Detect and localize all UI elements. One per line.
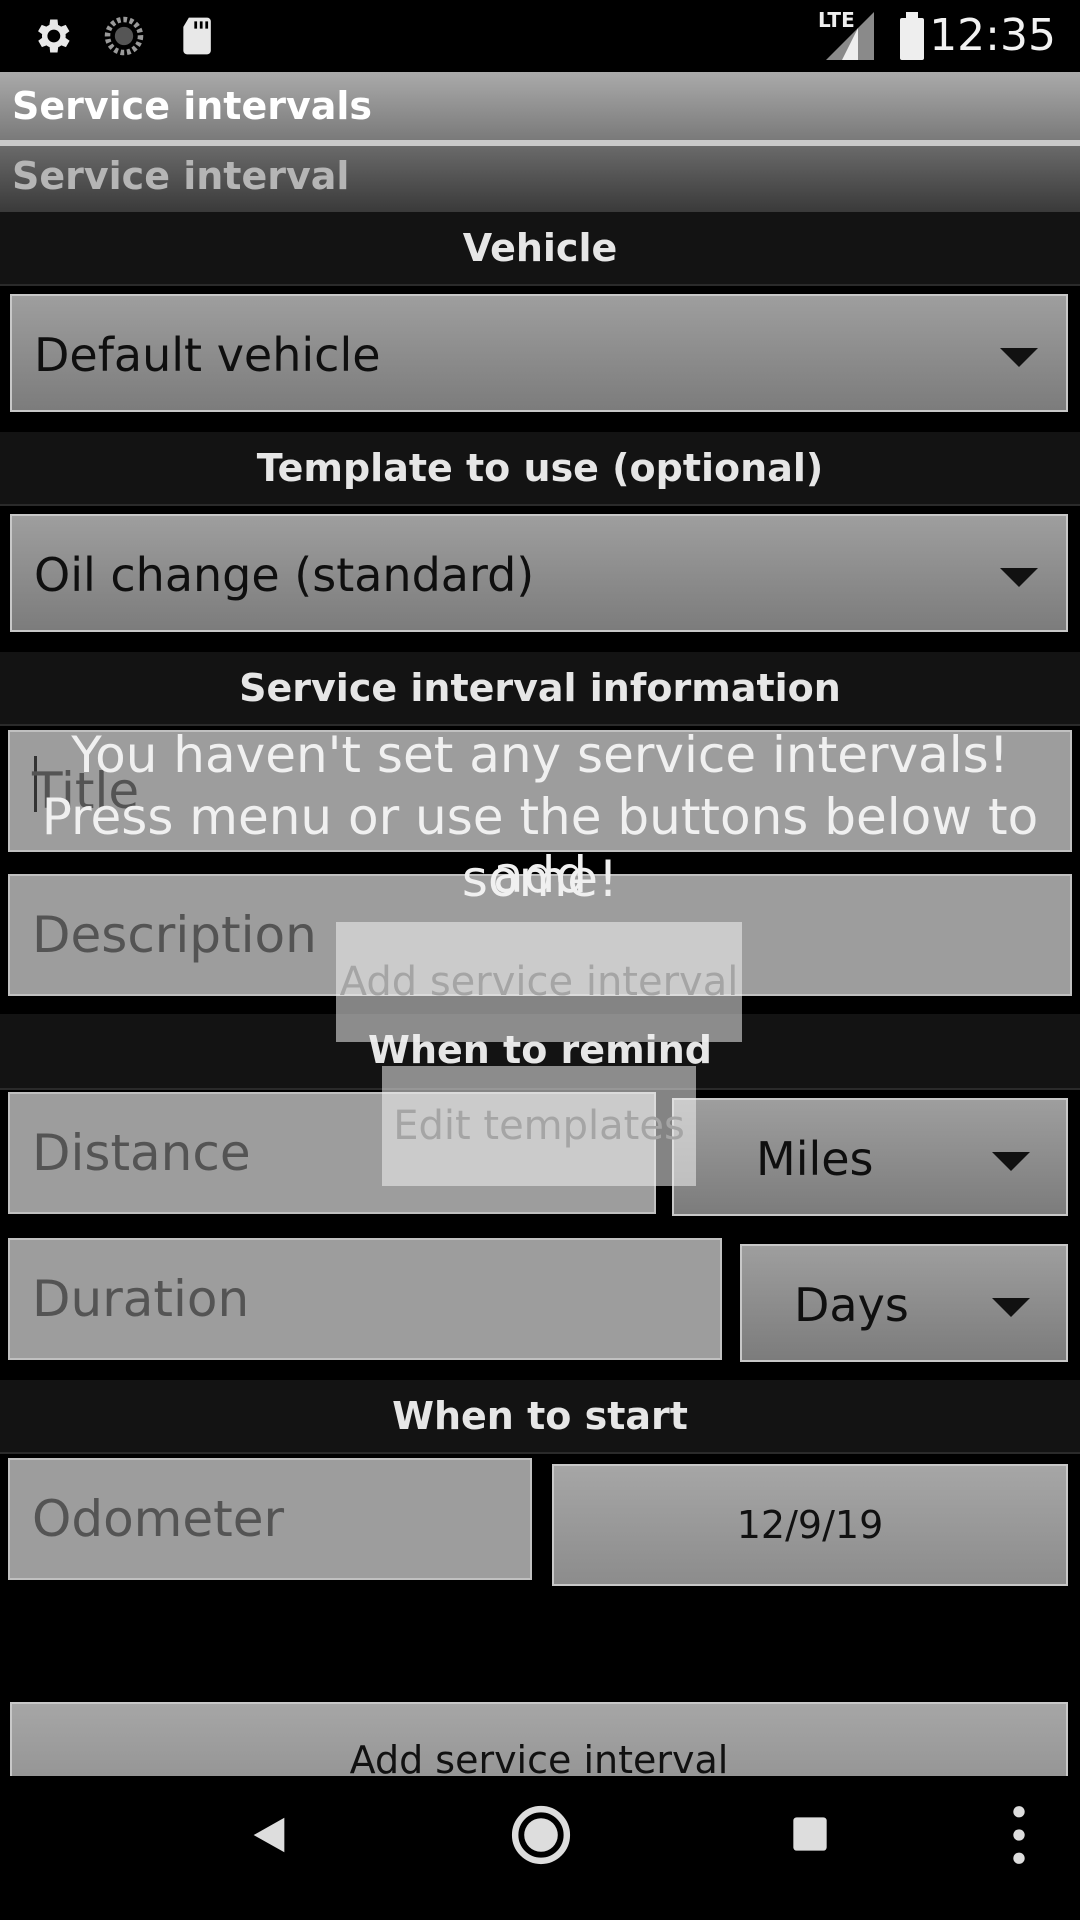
section-info: Service interval information xyxy=(0,652,1080,726)
duration-field[interactable]: Duration xyxy=(8,1238,722,1360)
page-subtitle: Service interval xyxy=(12,154,350,198)
template-select[interactable]: Oil change (standard) xyxy=(10,514,1068,632)
duration-unit-value: Days xyxy=(794,1278,909,1332)
sd-card-icon xyxy=(183,17,211,55)
gear-icon xyxy=(38,19,70,53)
recents-icon[interactable] xyxy=(790,1814,830,1854)
section-vehicle: Vehicle xyxy=(0,212,1080,286)
vehicle-select-value: Default vehicle xyxy=(34,328,381,382)
section-start: When to start xyxy=(0,1380,1080,1454)
app-bar: Service intervals xyxy=(0,72,1080,146)
odometer-placeholder: Odometer xyxy=(32,1490,285,1548)
empty-message-line1: You haven't set any service intervals! xyxy=(71,726,1009,784)
chevron-down-icon xyxy=(992,1298,1030,1317)
start-date-button[interactable]: 12/9/19 xyxy=(552,1464,1068,1586)
overlay-edit-templates-button[interactable]: Edit templates xyxy=(382,1066,696,1186)
back-icon[interactable] xyxy=(246,1812,292,1858)
chevron-down-icon xyxy=(992,1152,1030,1171)
distance-unit-select[interactable]: Miles xyxy=(672,1098,1068,1216)
vehicle-select[interactable]: Default vehicle xyxy=(10,294,1068,412)
duration-placeholder: Duration xyxy=(32,1270,250,1328)
description-placeholder: Description xyxy=(32,906,317,964)
overflow-menu-icon[interactable] xyxy=(1002,1804,1036,1866)
overlay-edit-label: Edit templates xyxy=(393,1103,685,1149)
section-start-label: When to start xyxy=(392,1394,688,1438)
section-vehicle-label: Vehicle xyxy=(462,226,618,270)
status-bar: LTE 12:35 xyxy=(0,0,1080,72)
overlay-add-service-interval-button[interactable]: Add service interval xyxy=(336,922,742,1042)
section-template-label: Template to use (optional) xyxy=(256,446,824,490)
section-info-label: Service interval information xyxy=(239,666,841,710)
section-template: Template to use (optional) xyxy=(0,432,1080,506)
app-title: Service intervals xyxy=(12,84,373,128)
clock: 12:35 xyxy=(929,10,1056,61)
sync-icon xyxy=(104,16,144,56)
battery-icon xyxy=(900,12,924,60)
sub-header: Service interval xyxy=(0,146,1080,212)
bottom-scroll-area: Add service interval xyxy=(0,1600,1080,1776)
chevron-down-icon xyxy=(1000,568,1038,587)
distance-unit-value: Miles xyxy=(756,1132,874,1186)
overlay-add-label: Add service interval xyxy=(339,959,739,1005)
navigation-bar xyxy=(0,1776,1080,1920)
empty-message-line3: some! xyxy=(461,850,619,908)
add-service-interval-button[interactable]: Add service interval xyxy=(10,1702,1068,1776)
odometer-field[interactable]: Odometer xyxy=(8,1458,532,1580)
chevron-down-icon xyxy=(1000,348,1038,367)
home-icon[interactable] xyxy=(510,1804,572,1866)
network-type: LTE xyxy=(818,8,855,32)
template-select-value: Oil change (standard) xyxy=(34,548,535,602)
add-service-interval-label: Add service interval xyxy=(349,1738,729,1776)
start-date-value: 12/9/19 xyxy=(736,1503,884,1547)
duration-unit-select[interactable]: Days xyxy=(740,1244,1068,1362)
distance-placeholder: Distance xyxy=(32,1124,251,1182)
